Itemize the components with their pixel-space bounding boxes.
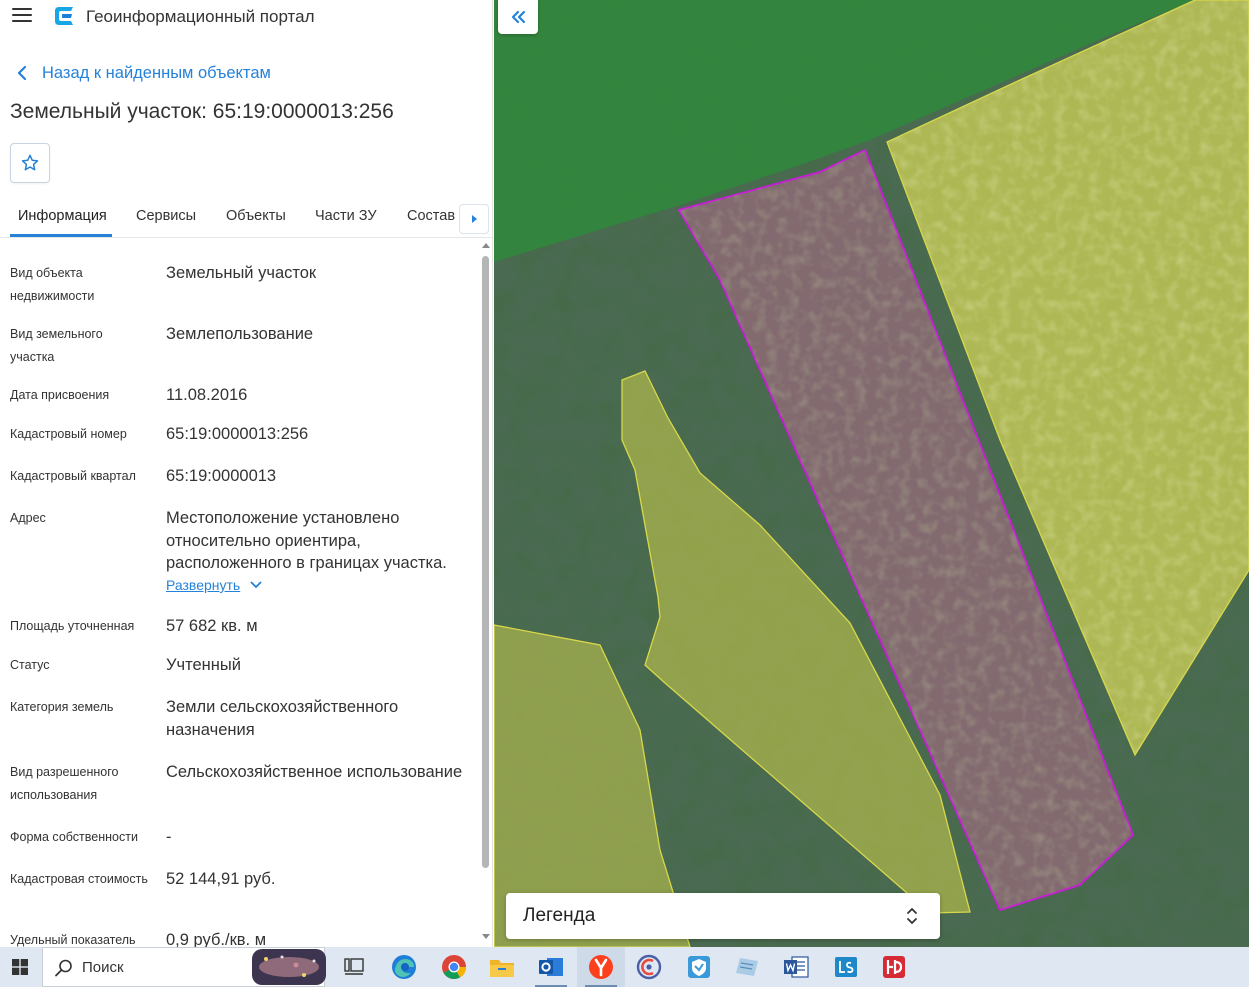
app-icon xyxy=(883,956,905,978)
expand-address-link[interactable]: Развернуть xyxy=(166,577,262,593)
taskbar-app[interactable] xyxy=(870,947,918,987)
taskbar-edge[interactable] xyxy=(380,947,428,987)
search-highlight-image xyxy=(252,949,326,985)
back-link-label: Назад к найденным объектам xyxy=(42,63,271,82)
object-title: Земельный участок: 65:19:0000013:256 xyxy=(10,100,394,123)
taskbar-file-explorer[interactable] xyxy=(478,947,526,987)
active-tab-indicator xyxy=(10,234,112,237)
ls-app-icon xyxy=(835,957,857,977)
search-icon xyxy=(55,959,72,977)
double-chevron-left-icon xyxy=(511,10,526,24)
scroll-down-arrow-icon[interactable] xyxy=(481,933,491,941)
tab-services[interactable]: Сервисы xyxy=(136,208,196,224)
attr-label: Адрес xyxy=(10,511,46,525)
attr-label: Форма собственности xyxy=(10,830,138,844)
star-icon xyxy=(21,154,39,171)
attr-label: Площадь уточненная xyxy=(10,619,135,633)
attr-label: Статус xyxy=(10,658,50,672)
attr-value: Учтенный xyxy=(166,656,241,674)
portal-logo-icon xyxy=(55,7,73,25)
menu-icon[interactable] xyxy=(12,8,32,24)
attribute-list: Вид объекта недвижимости Земельный участ… xyxy=(10,238,475,947)
expand-label: Развернуть xyxy=(166,577,241,593)
chrome-icon xyxy=(442,955,466,980)
app-header: Геоинформационный портал xyxy=(0,0,492,34)
back-to-results-link[interactable]: Назад к найденным объектам xyxy=(14,60,271,86)
expand-collapse-icon xyxy=(907,908,917,924)
attr-value: Земельный участок xyxy=(166,264,317,282)
attr-value: Местоположение установлено относительно … xyxy=(166,509,447,572)
task-view-button[interactable] xyxy=(330,947,378,987)
attr-value: 65:19:0000013:256 xyxy=(166,425,309,443)
search-placeholder: Поиск xyxy=(82,959,124,976)
attr-label: Вид разрешенного использования xyxy=(10,765,119,802)
favorite-button[interactable] xyxy=(10,143,50,183)
legend-toggle-bar[interactable]: Легенда xyxy=(506,893,940,939)
windows-taskbar: Поиск xyxy=(0,947,1249,987)
caret-right-icon xyxy=(472,215,477,223)
attr-value: 11.08.2016 xyxy=(166,386,248,404)
scrollbar-thumb[interactable] xyxy=(482,256,489,868)
attr-label: Кадастровый номер xyxy=(10,427,127,441)
chevron-left-icon xyxy=(17,65,27,81)
attr-value: 0,9 руб./кв. м xyxy=(166,931,267,947)
taskbar-chrome[interactable] xyxy=(430,947,478,987)
satellite-map[interactable] xyxy=(494,0,1249,947)
tab-bar: Информация Сервисы Объекты Части ЗУ Сост… xyxy=(0,200,492,238)
taskbar-shield-app[interactable] xyxy=(675,947,723,987)
attr-value: - xyxy=(166,828,172,846)
legend-label: Легенда xyxy=(523,905,596,926)
notes-icon xyxy=(736,958,758,976)
attr-value: Земли сельскохозяйственного назначения xyxy=(166,698,399,739)
browser-icon xyxy=(636,954,662,980)
scroll-up-arrow-icon[interactable] xyxy=(481,241,491,249)
folder-icon xyxy=(490,960,514,977)
collapse-panel-button[interactable] xyxy=(498,0,538,34)
yandex-browser-icon xyxy=(589,955,613,979)
attr-value: 65:19:0000013 xyxy=(166,467,277,485)
attr-label: Дата присвоения xyxy=(10,388,110,402)
attr-value: Землепользование xyxy=(166,325,314,343)
attr-label: Вид объекта недвижимости xyxy=(10,266,95,303)
tab-information[interactable]: Информация xyxy=(18,208,107,224)
attr-label: Удельный показатель xyxy=(10,933,136,947)
attr-label: Категория земель xyxy=(10,700,114,714)
map-view[interactable] xyxy=(494,0,1249,947)
taskbar-yandex-browser[interactable] xyxy=(577,947,625,987)
app-title: Геоинформационный портал xyxy=(86,7,315,26)
task-view-icon xyxy=(344,958,364,975)
start-button[interactable] xyxy=(0,947,40,987)
attr-value: 52 144,91 руб. xyxy=(166,870,276,888)
outlook-icon xyxy=(539,958,563,976)
info-panel: Геоинформационный портал Назад к найденн… xyxy=(0,0,493,947)
attr-value: 57 682 кв. м xyxy=(166,617,258,635)
taskbar-ls-app[interactable] xyxy=(822,947,870,987)
attr-label: Кадастровый квартал xyxy=(10,469,136,483)
taskbar-notes-app[interactable] xyxy=(723,947,771,987)
edge-icon xyxy=(392,955,416,979)
attr-value: Сельскохозяйственное использование xyxy=(166,763,463,781)
shield-icon xyxy=(688,956,710,978)
tab-objects[interactable]: Объекты xyxy=(226,208,286,224)
taskbar-outlook[interactable] xyxy=(527,947,575,987)
tabs-scroll-right-button[interactable] xyxy=(459,204,489,234)
taskbar-browser[interactable] xyxy=(625,947,673,987)
attr-label: Кадастровая стоимость xyxy=(10,872,148,886)
tab-parts[interactable]: Части ЗУ xyxy=(315,208,377,224)
taskbar-word[interactable] xyxy=(772,947,820,987)
windows-logo-icon xyxy=(12,959,28,975)
chevron-down-icon xyxy=(250,581,262,589)
attr-label: Вид земельного участка xyxy=(10,327,103,364)
word-icon xyxy=(784,956,809,978)
tab-composition[interactable]: Состав xyxy=(407,208,455,224)
